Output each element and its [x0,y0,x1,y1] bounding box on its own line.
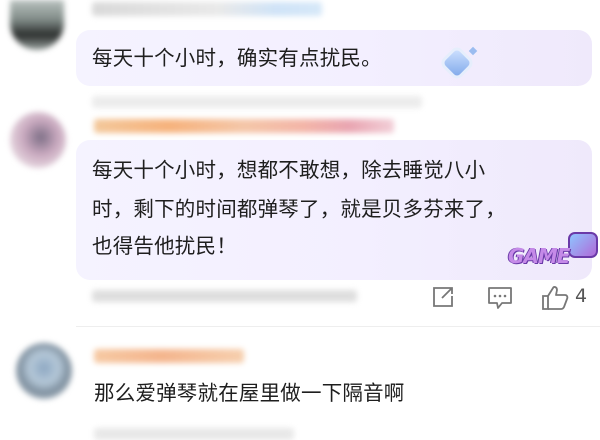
comment-meta [94,428,294,440]
like-count: 4 [575,285,588,307]
comment-text-line-2: 时，剩下的时间都弹琴了，就是贝多芬来了， [92,197,506,221]
thumbs-up-icon [542,286,569,310]
comment-icon[interactable] [487,286,513,310]
divider [76,326,600,327]
share-icon[interactable] [432,286,456,308]
username[interactable] [94,119,394,133]
comment-text-line-1: 每天十个小时，想都不敢想，除去睡觉八小 [92,158,486,182]
game-badge-label: GAME [508,244,570,268]
comment-meta [92,96,422,108]
comment-text: 每天十个小时，确实有点扰民。 [92,46,382,70]
avatar[interactable] [10,112,66,168]
username[interactable] [94,349,244,363]
comment-text: 那么爱弹琴就在屋里做一下隔音啊 [94,381,405,405]
like-button[interactable]: 4 [541,283,591,311]
avatar[interactable] [16,343,72,399]
username[interactable] [92,2,322,16]
avatar[interactable] [10,0,64,50]
comment-meta [92,290,357,302]
controller-icon [568,232,598,258]
game-badge: GAME [508,232,600,274]
comment-text-line-3: 也得告他扰民！ [92,234,237,258]
